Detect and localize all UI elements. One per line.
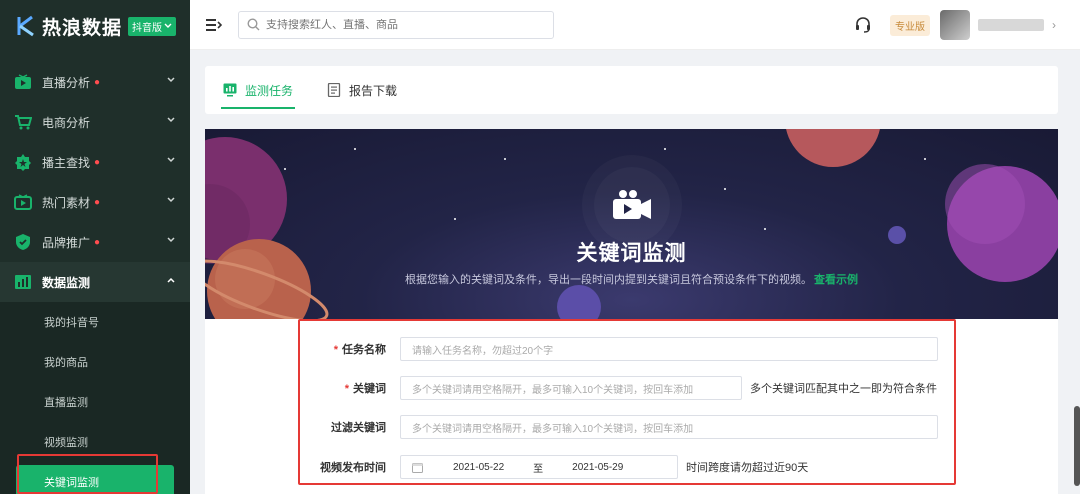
search-icon: [247, 18, 260, 31]
tab-label: 报告下载: [349, 83, 398, 98]
top-header: 专业版 ›: [190, 0, 1080, 50]
nav-label: 热门素材: [42, 195, 91, 210]
banner-desc-text: 根据您输入的关键词及条件，导出一段时间内提到关键词且符合预设条件下的视频。: [405, 274, 812, 286]
video-icon: [14, 193, 32, 211]
sub-item-my-products[interactable]: 我的商品: [0, 342, 190, 382]
keywords-input[interactable]: 多个关键词请用空格隔开，最多可输入10个关键词，按回车添加: [400, 376, 742, 400]
new-dot: ●: [94, 156, 101, 168]
filter-keywords-input[interactable]: 多个关键词请用空格隔开，最多可输入10个关键词，按回车添加: [400, 415, 938, 439]
row-filter-keywords: 过滤关键词 多个关键词请用空格隔开，最多可输入10个关键词，按回车添加: [300, 415, 938, 439]
nav-item-ecommerce-analysis[interactable]: 电商分析: [0, 102, 190, 142]
required-mark: *: [333, 344, 338, 356]
label-text: 关键词: [353, 383, 386, 395]
logo[interactable]: 热浪数据 抖音版: [0, 0, 190, 52]
nav-item-brand-promotion[interactable]: 品牌推广 ●: [0, 222, 190, 262]
new-dot: ●: [94, 196, 101, 208]
bar-chart-icon: [14, 273, 32, 291]
tv-icon: [14, 73, 32, 91]
required-mark: *: [344, 383, 349, 395]
shield-icon: [14, 233, 32, 251]
nav-label: 电商分析: [42, 115, 91, 130]
chevron-down-icon: [164, 23, 172, 28]
row-keywords: * 关键词 多个关键词请用空格隔开，最多可输入10个关键词，按回车添加 多个关键词…: [300, 376, 937, 400]
scrollbar-handle[interactable]: [1074, 406, 1080, 486]
row-publish-time: 视频发布时间 2021-05-22 至 2021-05-29 时间跨度请勿超过近…: [300, 455, 808, 479]
sub-item-my-douyin[interactable]: 我的抖音号: [0, 302, 190, 342]
task-name-input[interactable]: 请输入任务名称，勿超过20个字: [400, 337, 938, 361]
search-box[interactable]: [238, 10, 554, 39]
tabs-card: 监测任务 报告下载: [205, 66, 1058, 114]
chevron-down-icon: [167, 117, 175, 123]
cart-icon: [14, 113, 32, 131]
nav-label: 直播分析: [42, 75, 91, 90]
search-input[interactable]: [266, 18, 546, 31]
nav-item-live-analysis[interactable]: 直播分析 ●: [0, 62, 190, 102]
tab-monitor-tasks[interactable]: 监测任务: [221, 66, 296, 114]
tab-report-download[interactable]: 报告下载: [325, 66, 399, 114]
nav-label: 播主查找: [42, 155, 91, 170]
label-text: 任务名称: [342, 344, 386, 356]
start-date[interactable]: 2021-05-22: [453, 462, 504, 473]
logo-mark-icon: [17, 15, 34, 37]
nav-menu: 直播分析 ● 电商分析 播主查找 ● 热门素材 ● 品牌推广 ● 数据监测 我的…: [0, 62, 190, 494]
nav-item-hot-material[interactable]: 热门素材 ●: [0, 182, 190, 222]
banner-title: 关键词监测: [576, 242, 687, 265]
chevron-down-icon: [167, 157, 175, 163]
date-range-picker[interactable]: 2021-05-22 至 2021-05-29: [400, 455, 678, 479]
publish-time-hint: 时间跨度请勿超过近90天: [686, 462, 809, 474]
chevron-down-icon: [167, 237, 175, 243]
feature-banner: 关键词监测 根据您输入的关键词及条件，导出一段时间内提到关键词且符合预设条件下的…: [205, 129, 1058, 319]
menu-toggle-icon[interactable]: [206, 18, 222, 32]
camera-badge: [594, 167, 670, 243]
user-name-blurred[interactable]: [978, 19, 1044, 31]
chevron-down-icon: [167, 197, 175, 203]
nav-item-creator-search[interactable]: 播主查找 ●: [0, 142, 190, 182]
header-right: 专业版 ›: [854, 0, 1056, 50]
nav-label: 品牌推广: [42, 235, 91, 250]
chevron-right-icon[interactable]: ›: [1052, 18, 1056, 32]
highlight-box-sidebar: [17, 454, 158, 494]
star-badge-icon: [14, 153, 32, 171]
nav-label: 数据监测: [42, 275, 91, 290]
label-text: 视频发布时间: [320, 462, 386, 474]
publish-time-label: 视频发布时间: [300, 459, 400, 475]
avatar[interactable]: [940, 10, 970, 40]
date-separator: 至: [533, 463, 544, 475]
monitor-chart-icon: [223, 83, 237, 97]
new-dot: ●: [94, 236, 101, 248]
tab-label: 监测任务: [245, 83, 294, 98]
video-camera-icon: [613, 190, 651, 219]
edition-switch[interactable]: 抖音版: [128, 16, 177, 36]
filter-keywords-label: 过滤关键词: [300, 419, 400, 435]
keywords-hint: 多个关键词匹配其中之一即为符合条件: [750, 383, 937, 395]
view-example-link[interactable]: 查看示例: [814, 274, 858, 286]
chevron-up-icon: [167, 277, 175, 283]
calendar-icon: [412, 462, 423, 473]
sidebar: 热浪数据 抖音版 直播分析 ● 电商分析 播主查找 ● 热门素材 ● 品牌推广 …: [0, 0, 190, 494]
logo-text: 热浪数据: [42, 17, 123, 39]
chevron-down-icon: [167, 77, 175, 83]
edition-label: 抖音版: [132, 22, 163, 34]
highlight-box-form: * 任务名称 请输入任务名称，勿超过20个字 * 关键词 多个关键词请用空格隔开，最…: [298, 319, 956, 485]
row-task-name: * 任务名称 请输入任务名称，勿超过20个字: [300, 337, 938, 361]
task-name-label: * 任务名称: [300, 341, 400, 357]
nav-item-data-monitoring[interactable]: 数据监测: [0, 262, 190, 302]
keyword-monitor-form: * 任务名称 请输入任务名称，勿超过20个字 * 关键词 多个关键词请用空格隔开，最…: [205, 319, 1058, 494]
sub-item-live-monitor[interactable]: 直播监测: [0, 382, 190, 422]
plan-badge: 专业版: [890, 14, 930, 36]
headset-icon[interactable]: [854, 16, 872, 34]
new-dot: ●: [94, 76, 101, 88]
label-text: 过滤关键词: [331, 422, 386, 434]
end-date[interactable]: 2021-05-29: [572, 462, 623, 473]
banner-description: 根据您输入的关键词及条件，导出一段时间内提到关键词且符合预设条件下的视频。 查看示…: [205, 271, 1058, 287]
keywords-label: * 关键词: [300, 380, 400, 396]
document-icon: [327, 83, 341, 97]
